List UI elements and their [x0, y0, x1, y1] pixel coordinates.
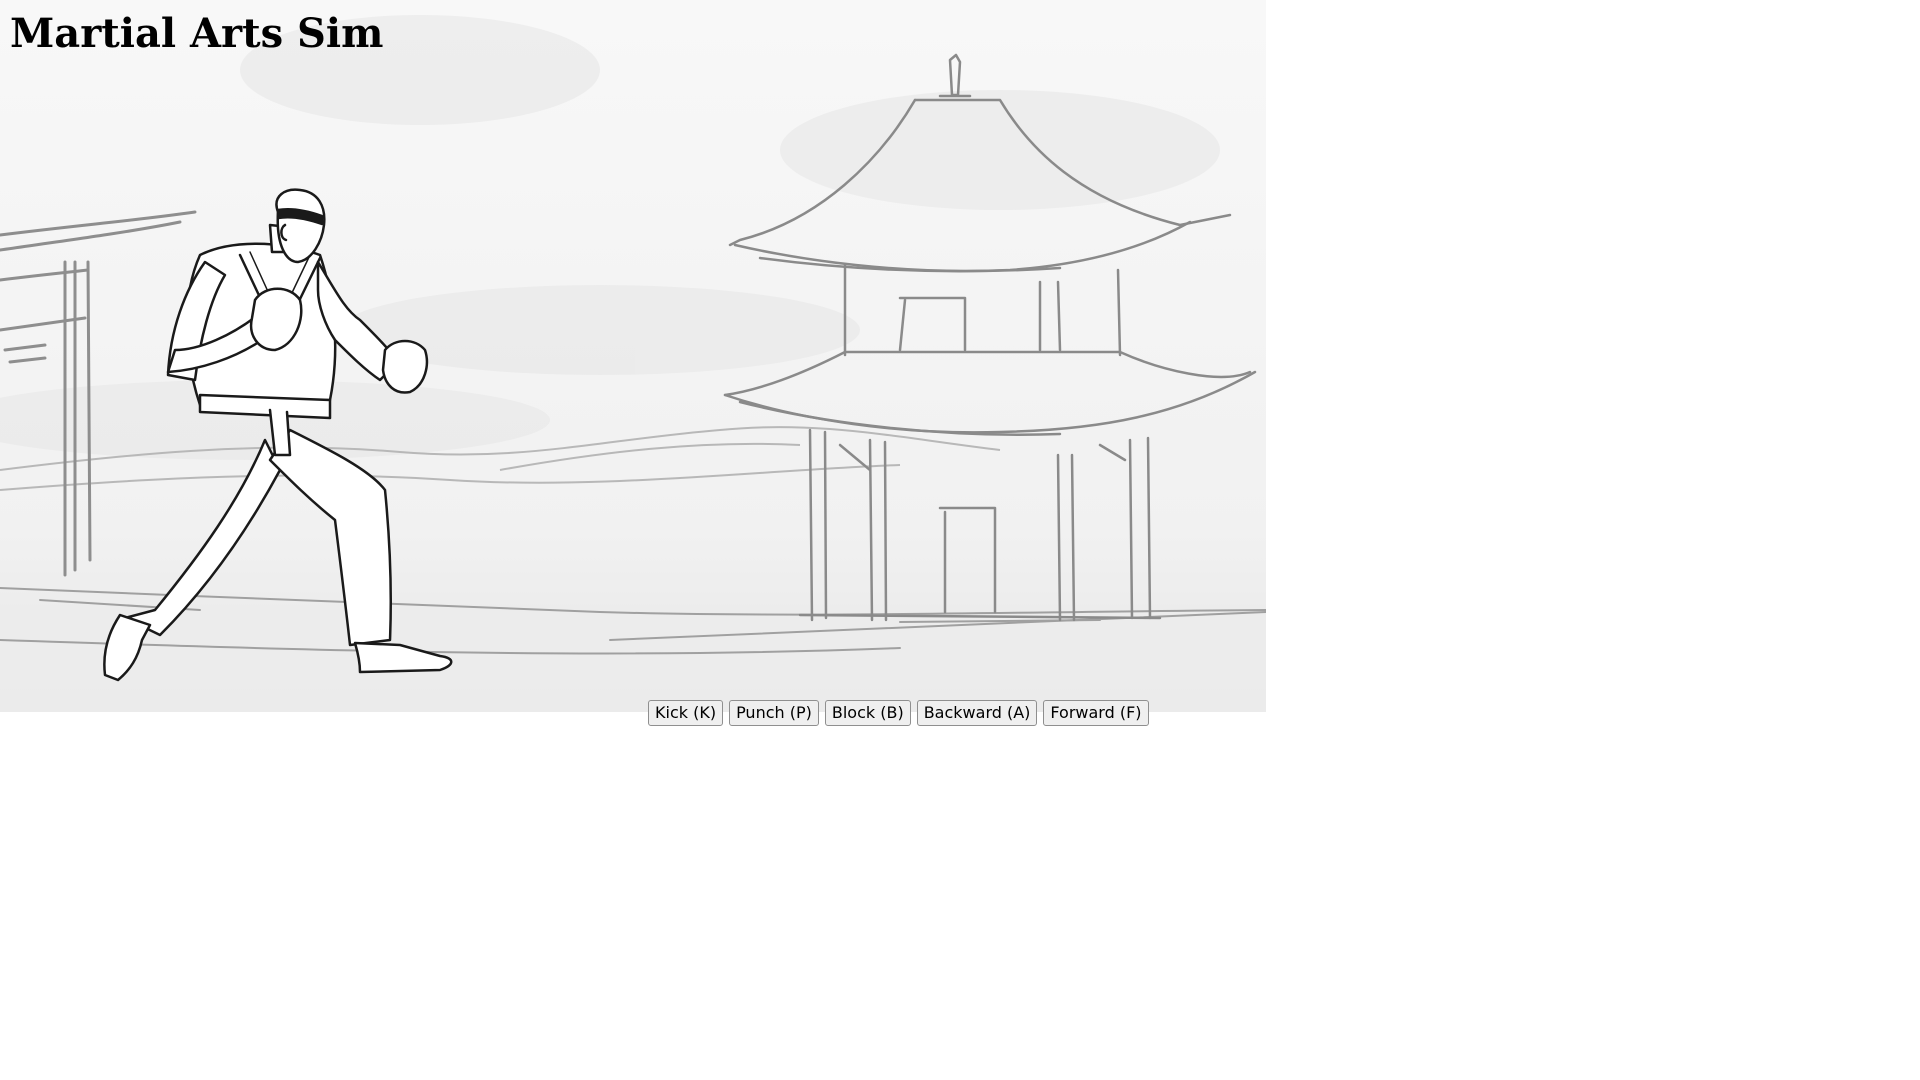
game-canvas[interactable] [0, 0, 1266, 712]
page-title: Martial Arts Sim [10, 10, 384, 57]
block-button[interactable]: Block (B) [824, 700, 911, 726]
punch-button[interactable]: Punch (P) [729, 700, 819, 726]
ground [0, 587, 1266, 712]
kick-button[interactable]: Kick (K) [648, 700, 724, 726]
game-stage[interactable] [0, 0, 1266, 712]
forward-button[interactable]: Forward (F) [1043, 700, 1149, 726]
backward-button[interactable]: Backward (A) [916, 700, 1038, 726]
action-controls: Kick (K) Punch (P) Block (B) Backward (A… [648, 700, 1149, 726]
